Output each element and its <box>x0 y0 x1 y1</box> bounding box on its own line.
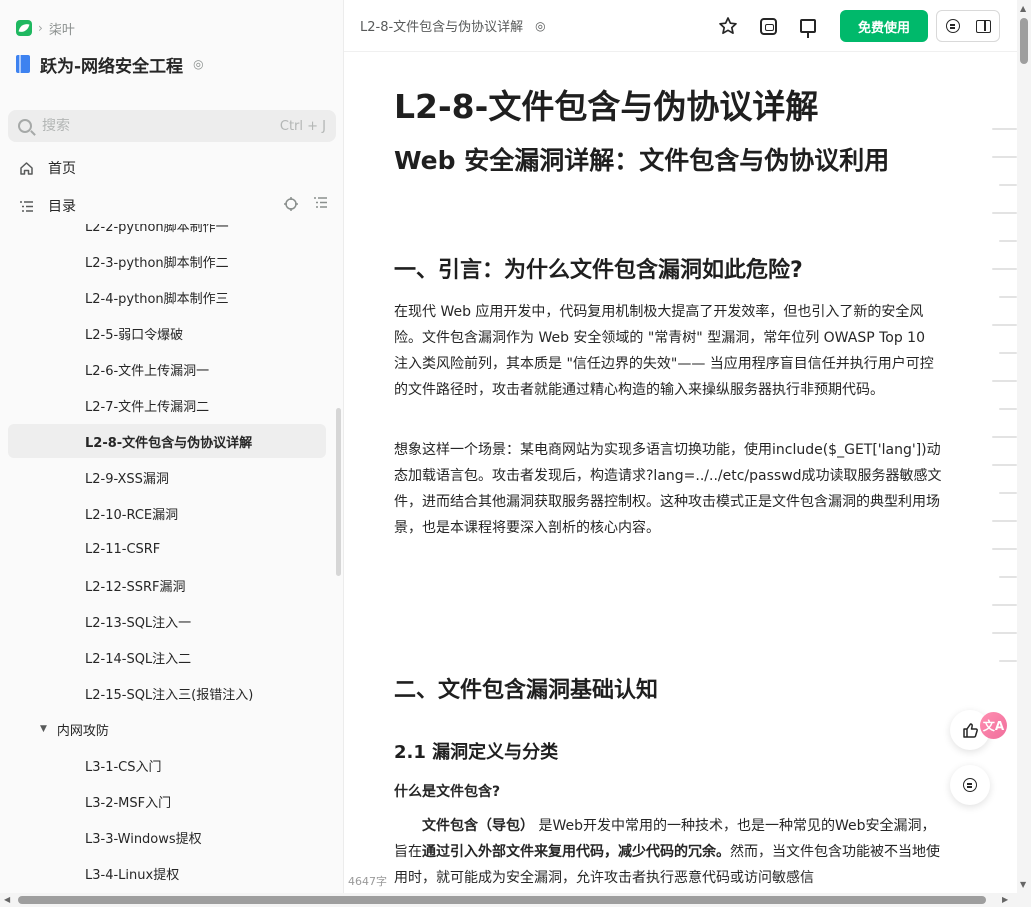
thumbs-up-icon <box>962 722 978 738</box>
toc-item[interactable]: L2-4-python脚本制作三 <box>8 280 326 314</box>
vertical-scrollbar[interactable]: ▲ ▼ <box>1017 0 1031 907</box>
search-input[interactable] <box>42 118 280 134</box>
doc-name: L2-8-文件包含与伪协议详解 ◎ <box>360 16 546 36</box>
book-header: 跃为-网络安全工程 ◎ <box>16 52 204 77</box>
locate-icon[interactable] <box>283 196 299 216</box>
toc-item[interactable]: L2-12-SSRF漏洞 <box>8 568 326 602</box>
app-logo-icon[interactable] <box>16 20 32 36</box>
header-button-group <box>936 10 1000 42</box>
doc-content: L2-8-文件包含与伪协议详解 Web 安全漏洞详解：文件包含与伪协议利用 一、… <box>344 52 988 892</box>
public-globe-icon: ◎ <box>535 18 546 33</box>
toc-group[interactable]: ▼ 内网攻防 <box>8 712 326 746</box>
chevron-down-icon[interactable]: ▼ <box>40 724 47 734</box>
toc-item[interactable]: L2-2-python脚本制作一 <box>8 224 326 242</box>
toc-item[interactable]: L2-11-CSRF <box>8 532 326 566</box>
toc-item[interactable]: L2-10-RCE漏洞 <box>8 496 326 530</box>
book-icon <box>16 55 30 73</box>
toc-item[interactable]: L2-6-文件上传漏洞一 <box>8 352 326 386</box>
nav-toc-label: 目录 <box>48 199 76 215</box>
collapse-list-icon[interactable] <box>313 196 328 216</box>
chevron-right-icon: › <box>38 21 43 35</box>
scroll-down-arrow-icon[interactable]: ▼ <box>1020 880 1026 889</box>
breadcrumb: › 柒叶 <box>16 18 75 38</box>
search-shortcut: Ctrl + J <box>279 118 326 134</box>
horizontal-scrollbar[interactable]: ◀ ▶ <box>0 893 1017 907</box>
book-title[interactable]: 跃为-网络安全工程 <box>40 52 183 77</box>
public-globe-icon: ◎ <box>193 57 204 71</box>
question-text: 什么是文件包含? <box>394 784 501 800</box>
toc-item[interactable]: L2-3-python脚本制作二 <box>8 244 326 278</box>
nav-toc[interactable]: 目录 <box>8 188 336 224</box>
nav-home[interactable]: 首页 <box>8 150 336 186</box>
present-icon[interactable] <box>796 14 820 38</box>
paragraph: 在现代 Web 应用开发中，代码复用机制极大提高了开发效率，但也引入了新的安全风… <box>394 304 934 398</box>
comment-bubble-icon <box>963 778 977 792</box>
section-heading: 一、引言：为什么文件包含漏洞如此危险? <box>394 258 803 283</box>
toc-item[interactable]: L2-15-SQL注入三(报错注入) <box>8 676 326 710</box>
search-box[interactable]: Ctrl + J <box>8 110 336 142</box>
toc-item-active[interactable]: L2-8-文件包含与伪协议详解 <box>8 424 326 458</box>
heading-1: Web 安全漏洞详解：文件包含与伪协议利用 <box>394 146 890 175</box>
sub-heading: 2.1 漏洞定义与分类 <box>394 742 559 763</box>
template-icon[interactable] <box>756 14 780 38</box>
toc-item[interactable]: L3-2-MSF入门 <box>8 784 326 818</box>
toc-icon <box>16 200 36 213</box>
free-use-button[interactable]: 免费使用 <box>840 10 928 42</box>
comment-float-button[interactable] <box>950 765 990 805</box>
sidebar: › 柒叶 跃为-网络安全工程 ◎ Ctrl + J 首页 目录 <box>0 0 344 907</box>
toc-item[interactable]: L3-3-Windows提权 <box>8 820 326 854</box>
translate-icon[interactable]: 文A <box>980 712 1007 739</box>
toc-tree: L2-2-python脚本制作一 L2-3-python脚本制作二 L2-4-p… <box>0 224 336 896</box>
scroll-right-arrow-icon[interactable]: ▶ <box>1002 895 1008 904</box>
paragraph: 文件包含（导包） 是Web开发中常用的一种技术，也是一种常见的Web安全漏洞，旨… <box>394 818 940 886</box>
doc-header: L2-8-文件包含与伪协议详解 ◎ 免费使用 <box>344 0 1017 52</box>
star-icon[interactable] <box>716 14 740 38</box>
nav-home-label: 首页 <box>48 161 76 177</box>
breadcrumb-space[interactable]: 柒叶 <box>49 19 75 38</box>
toc-item[interactable]: L2-7-文件上传漏洞二 <box>8 388 326 422</box>
outline-minimap[interactable] <box>992 128 1017 688</box>
toc-item[interactable]: L2-9-XSS漏洞 <box>8 460 326 494</box>
vertical-scroll-thumb[interactable] <box>1020 18 1028 64</box>
section-heading: 二、文件包含漏洞基础认知 <box>394 678 659 703</box>
sidebar-scrollbar[interactable] <box>336 408 341 576</box>
horizontal-scroll-thumb[interactable] <box>18 896 986 904</box>
toc-item[interactable]: L2-13-SQL注入一 <box>8 604 326 638</box>
search-icon <box>18 119 32 133</box>
scroll-up-arrow-icon[interactable]: ▲ <box>1020 4 1026 13</box>
toc-item[interactable]: L2-5-弱口令爆破 <box>8 316 326 350</box>
toc-item[interactable]: L3-4-Linux提权 <box>8 856 326 890</box>
document-title: L2-8-文件包含与伪协议详解 <box>394 87 819 126</box>
toc-group-label: 内网攻防 <box>56 723 109 739</box>
home-icon <box>16 161 36 176</box>
side-panel-icon[interactable] <box>968 11 999 41</box>
comment-icon[interactable] <box>937 11 968 41</box>
toc-item[interactable]: L3-1-CS入门 <box>8 748 326 782</box>
scroll-left-arrow-icon[interactable]: ◀ <box>4 895 10 904</box>
doc-name-label: L2-8-文件包含与伪协议详解 <box>360 20 524 35</box>
paragraph: 想象这样一个场景：某电商网站为实现多语言切换功能，使用include($_GET… <box>394 442 942 536</box>
word-count: 4647字 <box>348 873 387 889</box>
toc-item[interactable]: L2-14-SQL注入二 <box>8 640 326 674</box>
